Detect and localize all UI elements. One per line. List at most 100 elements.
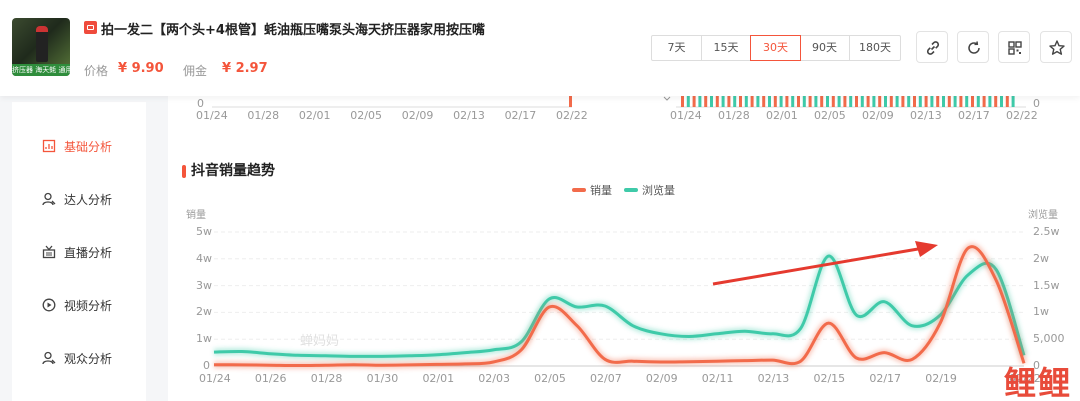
x-tick-label: 02/01: [422, 372, 455, 385]
qrcode-button[interactable]: [998, 31, 1030, 63]
data-point-sales[interactable]: [516, 345, 526, 355]
favorite-button[interactable]: [1040, 31, 1072, 63]
qrcode-icon: [1008, 41, 1022, 55]
data-point-views[interactable]: [572, 302, 582, 312]
refresh-button[interactable]: [957, 31, 989, 63]
data-point-views[interactable]: [377, 351, 387, 361]
data-point-sales[interactable]: [740, 356, 750, 366]
data-point-views[interactable]: [907, 321, 917, 331]
data-point-sales[interactable]: [656, 357, 666, 367]
series-line-sales[interactable]: [213, 245, 1026, 367]
x-tick-label: 01/28: [310, 372, 343, 385]
data-point-views[interactable]: [321, 351, 331, 361]
refresh-icon: [968, 41, 980, 54]
data-point-sales[interactable]: [712, 356, 722, 366]
data-point-sales[interactable]: [879, 348, 889, 358]
data-point-sales[interactable]: [265, 360, 275, 370]
data-point-views[interactable]: [265, 349, 275, 359]
data-point-sales[interactable]: [544, 302, 554, 312]
range-180-days[interactable]: 180天: [850, 36, 900, 60]
data-point-views[interactable]: [963, 270, 973, 280]
brand-logo: 鲤鲤: [1003, 364, 1072, 401]
commission-label: 佣金: [183, 64, 208, 78]
x-tick-label: 02/03: [478, 372, 510, 385]
y2-tick-label: 1w: [1033, 305, 1049, 319]
data-point-views[interactable]: [237, 347, 247, 357]
data-point-sales[interactable]: [377, 360, 387, 370]
range-30-days[interactable]: 30天: [750, 35, 801, 61]
shop-badge-icon: [84, 21, 97, 34]
data-point-sales[interactable]: [628, 356, 638, 366]
x-tick-label: 02/05: [534, 372, 566, 385]
data-point-sales[interactable]: [824, 318, 834, 328]
series-glow-sales: [213, 243, 1028, 370]
series-line-views[interactable]: [213, 254, 1026, 358]
y-tick-label: 1w: [196, 332, 212, 346]
range-15-days[interactable]: 15天: [702, 36, 751, 60]
data-point-views[interactable]: [209, 347, 219, 357]
data-point-sales[interactable]: [684, 357, 694, 367]
y-tick-label: 2w: [196, 305, 212, 319]
y2-tick-label: 5,000: [1033, 332, 1065, 346]
date-range-selector: 7天 15天 30天 90天 180天: [651, 35, 901, 61]
data-point-views[interactable]: [768, 329, 778, 339]
page-root: 基础分析 达人分析 直播分析 视频分析 观众分析 0 0 01/24 01/28 0…: [0, 0, 1080, 401]
data-point-sales[interactable]: [963, 243, 973, 253]
data-point-views[interactable]: [293, 350, 303, 360]
data-point-views[interactable]: [851, 310, 861, 320]
data-point-sales[interactable]: [935, 318, 945, 328]
data-point-sales[interactable]: [349, 360, 359, 370]
data-point-views[interactable]: [656, 329, 666, 339]
data-point-views[interactable]: [600, 301, 610, 311]
data-point-sales[interactable]: [209, 360, 219, 370]
x-tick-label: 02/11: [701, 372, 734, 385]
data-point-sales[interactable]: [907, 354, 917, 364]
y2-tick-label: 1.5w: [1033, 278, 1060, 292]
copy-link-button[interactable]: [916, 31, 948, 63]
data-point-sales[interactable]: [796, 356, 806, 366]
data-point-sales[interactable]: [991, 275, 1001, 285]
data-point-sales[interactable]: [405, 360, 415, 370]
commission-value: ¥ 2.97: [222, 61, 268, 76]
product-title[interactable]: 拍一发二【两个头+4根管】蚝油瓶压嘴泵头海天挤压器家用按压嘴: [101, 19, 485, 38]
data-point-views[interactable]: [824, 251, 834, 261]
data-point-views[interactable]: [712, 329, 722, 339]
thumbnail-caption: 挤压器 海天蚝 通用: [12, 64, 70, 76]
x-tick-label: 01/26: [254, 372, 287, 385]
data-point-sales[interactable]: [460, 359, 470, 369]
data-point-views[interactable]: [796, 324, 806, 334]
y-tick-label: 5w: [196, 225, 212, 238]
y-tick-label: 4w: [196, 251, 212, 265]
product-thumbnail[interactable]: 挤压器 海天蚝 通用: [12, 18, 70, 76]
range-7-days[interactable]: 7天: [652, 36, 702, 60]
range-90-days[interactable]: 90天: [800, 36, 850, 60]
data-point-sales[interactable]: [237, 360, 247, 370]
data-point-sales[interactable]: [572, 321, 582, 331]
y-tick-label: 3w: [196, 278, 212, 292]
x-tick-label: 01/30: [366, 372, 399, 385]
price-label: 价格: [84, 64, 109, 78]
x-tick-label: 01/24: [199, 372, 231, 385]
y2-tick-label: 2.5w: [1033, 225, 1060, 238]
data-point-sales[interactable]: [768, 355, 778, 365]
data-point-views[interactable]: [405, 351, 415, 361]
series-glow-views: [213, 252, 1028, 360]
price-value: ¥ 9.90: [118, 61, 164, 76]
x-tick-label: 02/19: [925, 372, 957, 385]
data-point-sales[interactable]: [488, 357, 498, 367]
data-point-views[interactable]: [488, 345, 498, 355]
star-icon: [1049, 40, 1065, 55]
data-point-views[interactable]: [628, 321, 638, 331]
data-point-views[interactable]: [740, 326, 750, 336]
data-point-sales[interactable]: [321, 360, 331, 370]
data-point-views[interactable]: [460, 348, 470, 358]
data-point-views[interactable]: [879, 297, 889, 307]
data-point-sales[interactable]: [293, 361, 303, 371]
data-point-sales[interactable]: [851, 353, 861, 363]
data-point-sales[interactable]: [600, 354, 610, 364]
data-point-sales[interactable]: [432, 359, 442, 369]
data-point-views[interactable]: [432, 350, 442, 360]
link-icon: [926, 41, 940, 55]
data-point-views[interactable]: [684, 332, 694, 342]
x-tick-label: 02/07: [590, 372, 622, 385]
